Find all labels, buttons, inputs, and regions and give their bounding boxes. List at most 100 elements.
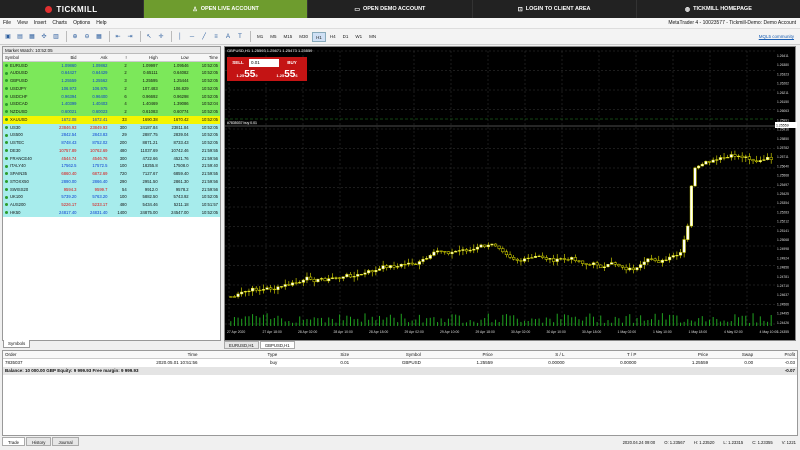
tab-journal[interactable]: Journal (52, 437, 79, 446)
sell-button[interactable]: SELL (227, 57, 249, 68)
list-item[interactable]: SPAIN35 6860.40 6872.69 720 7127.67 6859.40 21… (3, 170, 220, 178)
symbol-status-icon (5, 63, 8, 67)
list-item[interactable]: USTEC 8748.43 8752.02 200 8871.21 8733.43 10:5… (3, 139, 220, 147)
list-item[interactable]: UK100 5739.20 5763.20 100 5882.50 5743.92 10:5… (3, 193, 220, 201)
crosshair-icon[interactable]: ✛ (156, 32, 166, 42)
tickmill-homepage-button[interactable]: ◍ TICKMILL HOMEPAGE (635, 0, 800, 18)
timeframe-h1[interactable]: H1 (312, 31, 326, 42)
timeframe-mn[interactable]: MN (366, 32, 379, 42)
mw-col-6[interactable]: Time (190, 54, 220, 62)
list-item[interactable]: EURUSD 1.09860 1.09862 2 1.09997 1.09546 10:52… (3, 61, 220, 70)
profiles-icon[interactable]: ▤ (15, 32, 25, 42)
ask-value: 23849.93 (78, 123, 110, 132)
col-swap[interactable]: Swap (708, 351, 753, 358)
menu-charts[interactable]: Charts (49, 20, 70, 26)
terminal-icon[interactable]: ▥ (51, 32, 61, 42)
list-item[interactable]: USDCHF 0.96394 0.96400 6 0.96692 0.96298 10:52… (3, 92, 220, 101)
timeframe-w1[interactable]: W1 (352, 32, 365, 42)
sell-price[interactable]: 1.25559 (227, 69, 267, 81)
list-item[interactable]: GBPUSD 1.25559 1.25562 3 1.25595 1.25444 10:52… (3, 77, 220, 85)
navigator-icon[interactable]: ✣ (39, 32, 49, 42)
list-item[interactable]: SWISS20 9594.3 9599.7 54 9912.0 9578.2 21:59:5… (3, 185, 220, 194)
timeframe-d1[interactable]: D1 (340, 32, 352, 42)
zoom-in-icon[interactable]: ⊕ (70, 32, 80, 42)
autoscroll-icon[interactable]: ⇤ (113, 32, 123, 42)
mw-col-0[interactable]: Symbol (3, 54, 48, 62)
list-item[interactable]: USDJPY 106.973 106.975 2 107.483 106.829 10:52… (3, 84, 220, 93)
y-tick-label: 1.25640 (777, 164, 789, 168)
horizontal-line-icon[interactable]: ─ (187, 32, 197, 42)
tab-trade[interactable]: Trade (2, 437, 26, 446)
list-item[interactable]: US30 23846.93 23849.93 300 24187.84 23811.84 1… (3, 123, 220, 132)
col-order[interactable]: Order (3, 351, 123, 358)
list-item[interactable]: ITALY40 17562.5 17572.5 100 18255.8 17508.0 21… (3, 162, 220, 170)
list-item[interactable]: HK50 24817.40 24831.40 1400 24875.00 24547.00… (3, 208, 220, 217)
mw-col-2[interactable]: Ask (78, 54, 110, 62)
candle-body (283, 284, 287, 287)
brand-logo[interactable]: TICKMILL (0, 0, 143, 18)
list-item[interactable]: DE30 10757.89 10762.69 480 11037.69 10742.46 2… (3, 146, 220, 155)
label-tool-icon[interactable]: T (235, 32, 245, 42)
col-type[interactable]: Type (198, 351, 278, 358)
timeframe-m30[interactable]: M30 (296, 32, 311, 42)
candle-body (595, 262, 599, 266)
col-time[interactable]: Time (123, 351, 198, 358)
timeframe-h4[interactable]: H4 (327, 32, 339, 42)
menu-insert[interactable]: Insert (31, 20, 50, 26)
list-item[interactable]: AUDUSD 0.64427 0.64429 2 0.65111 0.64082 10:52… (3, 69, 220, 77)
list-item[interactable]: STOXX50 2890.00 2866.40 290 2951.50 2861.30 21… (3, 177, 220, 186)
lot-size-input[interactable]: 0.01 (249, 59, 279, 67)
col-size[interactable]: Size (277, 351, 349, 358)
cursor-icon[interactable]: ↖ (144, 32, 154, 42)
col-price[interactable]: Price (421, 351, 492, 358)
timeframe-m1[interactable]: M1 (254, 32, 266, 42)
login-client-area-button[interactable]: ⊡ LOGIN TO CLIENT AREA (471, 0, 636, 18)
mw-col-3[interactable]: ! (109, 54, 129, 62)
text-tool-icon[interactable]: A (223, 32, 233, 42)
col-profit[interactable]: Profit (753, 351, 797, 358)
table-row[interactable]: 7835037 2020.05.01 10:51:56 buy 0.01 GBP… (3, 359, 797, 367)
menu-help[interactable]: Help (93, 20, 109, 26)
mql5-community-link[interactable]: MQL5 community (759, 34, 794, 39)
col-current-price[interactable]: Price (636, 351, 708, 358)
menu-view[interactable]: View (14, 20, 31, 26)
list-item[interactable]: AUS200 5226.17 5233.17 480 5434.46 5211.18 10:… (3, 201, 220, 209)
menu-options[interactable]: Options (70, 20, 93, 26)
tab-eurusd-h1[interactable]: EURUSD,H1 (224, 341, 259, 349)
list-item[interactable]: XAUUSD 1672.08 1672.41 33 1690.38 1670.42 10:5… (3, 115, 220, 124)
timeframe-m5[interactable]: M5 (267, 32, 279, 42)
list-item[interactable]: US500 2842.54 2843.83 29 2887.75 2839.04 10:52… (3, 131, 220, 139)
top-nav-bar: TICKMILL ♙ OPEN LIVE ACCOUNT ▭ OPEN DEMO A… (0, 0, 800, 18)
col-tp[interactable]: T / P (565, 351, 636, 358)
new-chart-icon[interactable]: ▣ (3, 32, 13, 42)
buy-button[interactable]: BUY (279, 57, 305, 68)
chart-shift-icon[interactable]: ⇥ (125, 32, 135, 42)
open-live-account-button[interactable]: ♙ OPEN LIVE ACCOUNT (143, 0, 308, 18)
list-item[interactable]: NZDUSD 0.60021 0.60023 2 0.61083 0.60774 10:52… (3, 108, 220, 116)
mw-col-5[interactable]: Low (159, 54, 191, 62)
mw-col-4[interactable]: High (128, 54, 160, 62)
market-watch-icon[interactable]: ▦ (27, 32, 37, 42)
vertical-line-icon[interactable]: │ (175, 32, 185, 42)
time-value: 21:59:56 (190, 154, 220, 163)
col-sl[interactable]: S / L (493, 351, 564, 358)
candle-body (493, 243, 498, 247)
price-chart[interactable]: 1.26411 1.26380 1.26323 1.26262 1.26211 1.261… (224, 46, 797, 341)
mw-col-1[interactable]: Bid (47, 54, 79, 62)
high-value: 0.96692 (128, 92, 160, 101)
col-symbol[interactable]: Symbol (349, 351, 421, 358)
zoom-out-icon[interactable]: ⊖ (82, 32, 92, 42)
open-demo-account-button[interactable]: ▭ OPEN DEMO ACCOUNT (307, 0, 471, 18)
tab-history[interactable]: History (26, 437, 52, 446)
tile-windows-icon[interactable]: ▦ (94, 32, 104, 42)
buy-price[interactable]: 1.25556 (267, 69, 307, 81)
timeframe-m15[interactable]: M15 (281, 32, 296, 42)
trendline-icon[interactable]: ╱ (199, 32, 209, 42)
symbols-tab[interactable]: Symbols (3, 340, 31, 348)
list-item[interactable]: USDCAD 1.40399 1.40403 4 1.40469 1.39086 10:52… (3, 100, 220, 108)
symbol-status-icon (5, 164, 8, 168)
channel-icon[interactable]: ≡ (211, 32, 221, 42)
tab-gbpusd-h1[interactable]: GBPUSD,H1 (259, 341, 295, 349)
list-item[interactable]: FRANCE40 4544.74 4546.76 300 4722.66 4521.76 2… (3, 154, 220, 163)
menu-file[interactable]: File (0, 20, 14, 26)
